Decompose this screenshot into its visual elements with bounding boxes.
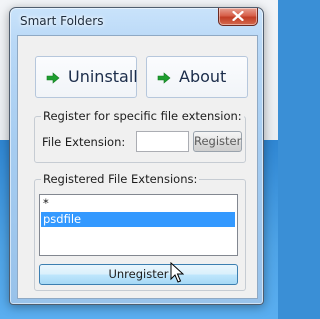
register-group-legend: Register for specific file extension: [41, 109, 244, 123]
close-icon [232, 11, 244, 21]
list-item-selected[interactable]: psdfile [41, 212, 235, 227]
green-arrow-icon [46, 72, 60, 84]
unregister-button-label: Unregister [108, 267, 169, 281]
register-button[interactable]: Register [193, 131, 242, 152]
uninstall-button[interactable]: Uninstall [35, 56, 138, 98]
dialog-client-area: Uninstall About Register for specific fi… [17, 35, 258, 299]
about-button-label: About [179, 67, 227, 86]
list-item-label: psdfile [43, 212, 82, 226]
registered-group-legend: Registered File Extensions: [41, 172, 200, 186]
register-extension-group: Register for specific file extension: Fi… [34, 109, 246, 163]
file-extension-label: File Extension: [42, 135, 126, 149]
registered-extensions-group: Registered File Extensions: * psdfile Un… [34, 172, 246, 291]
uninstall-button-label: Uninstall [68, 67, 138, 86]
close-button[interactable] [218, 8, 258, 26]
window-title: Smart Folders [20, 14, 104, 28]
list-item[interactable]: * [41, 196, 235, 211]
registered-extensions-list[interactable]: * psdfile [39, 194, 238, 256]
list-item-label: * [43, 196, 49, 210]
unregister-button[interactable]: Unregister [39, 264, 238, 285]
about-button[interactable]: About [146, 56, 248, 98]
green-arrow-icon [157, 72, 171, 84]
smart-folders-window: Smart Folders Uninstall About Register f… [9, 7, 264, 305]
register-button-label: Register [194, 134, 242, 148]
title-bar[interactable]: Smart Folders [10, 8, 263, 34]
file-extension-input[interactable] [136, 131, 189, 152]
mouse-cursor-icon [170, 262, 184, 283]
